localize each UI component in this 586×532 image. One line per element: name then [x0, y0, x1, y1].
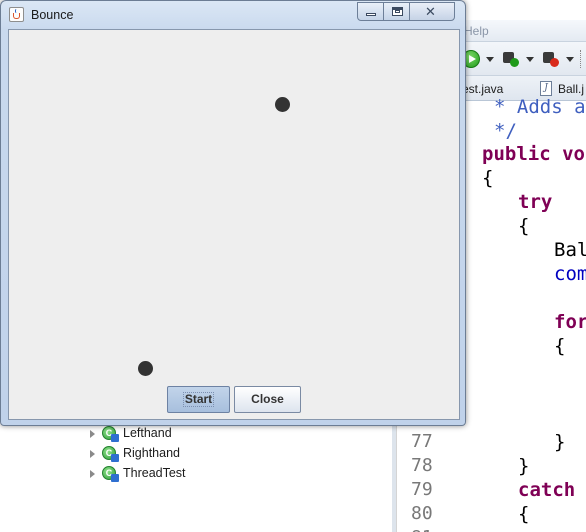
debug-icon[interactable]	[502, 50, 520, 68]
editor-ruler	[444, 424, 476, 532]
tab-test-java[interactable]: est.java	[462, 82, 503, 96]
line-number-gutter: 77 78 79 80 81	[396, 424, 444, 532]
tab-ball-java-label: Ball.j	[558, 82, 585, 96]
line-number: 79	[411, 479, 433, 500]
desktop: Help est.java J Ball.j * Adds a */ publi…	[0, 0, 586, 532]
ball-canvas	[9, 30, 459, 380]
tree-item-label: Righthand	[123, 446, 180, 460]
expand-arrow-icon[interactable]	[90, 470, 95, 478]
focus-indicator	[183, 392, 214, 407]
line-number: 77	[411, 431, 433, 452]
tree-item-label: Lefthand	[123, 426, 172, 440]
maximize-button[interactable]	[383, 2, 410, 21]
external-tools-dropdown-arrow-icon[interactable]	[566, 57, 574, 62]
client-area: Start Close	[8, 29, 460, 420]
code-line: {	[518, 215, 530, 237]
title-bar[interactable]: Bounce ✕	[1, 1, 465, 29]
code-line: try	[518, 191, 553, 213]
package-explorer: C Lefthand C Righthand C ThreadTest	[0, 424, 392, 532]
minimize-button[interactable]	[357, 2, 384, 21]
code-line: {	[482, 167, 494, 189]
code-line: Bal	[554, 239, 586, 261]
ball	[138, 361, 153, 376]
expand-arrow-icon[interactable]	[90, 430, 95, 438]
close-button[interactable]: Close	[234, 386, 301, 413]
toolbar-separator	[580, 50, 582, 68]
code-line: public vo	[482, 143, 585, 165]
expand-arrow-icon[interactable]	[90, 450, 95, 458]
code-line: catch	[518, 479, 576, 501]
runnable-badge-icon	[111, 474, 119, 482]
caption-buttons: ✕	[357, 2, 463, 21]
java-app-icon[interactable]	[9, 7, 24, 22]
window-title: Bounce	[31, 8, 74, 22]
debug-dropdown-arrow-icon[interactable]	[526, 57, 534, 62]
line-number: 78	[411, 455, 433, 476]
ball	[275, 97, 290, 112]
code-editor[interactable]: * Adds a */ public vo { try { Bal com fo…	[476, 96, 586, 532]
code-line: * Adds a	[494, 96, 586, 118]
bounce-window: Bounce ✕ Start Close	[0, 0, 466, 426]
run-dropdown-arrow-icon[interactable]	[486, 57, 494, 62]
runnable-badge-icon	[111, 434, 119, 442]
line-number: 81	[411, 526, 433, 532]
line-number: 80	[411, 503, 433, 524]
close-window-button[interactable]: ✕	[409, 2, 455, 21]
button-bar: Start Close	[9, 380, 459, 419]
code-line: }	[554, 431, 566, 453]
runnable-badge-icon	[111, 454, 119, 462]
java-file-icon: J	[540, 81, 552, 96]
close-icon: ✕	[425, 4, 436, 19]
code-line: {	[518, 503, 530, 525]
code-line: for	[554, 311, 586, 333]
menu-help[interactable]: Help	[464, 24, 489, 38]
code-line: }	[518, 455, 530, 477]
code-line: {	[554, 335, 566, 357]
code-line: com	[554, 263, 586, 285]
code-line: */	[494, 120, 517, 142]
minimize-icon	[366, 13, 376, 16]
external-tools-icon[interactable]	[542, 50, 560, 68]
tree-item-label: ThreadTest	[123, 466, 186, 480]
start-button[interactable]: Start	[167, 386, 230, 413]
tab-ball-java[interactable]: J Ball.j	[540, 81, 585, 96]
